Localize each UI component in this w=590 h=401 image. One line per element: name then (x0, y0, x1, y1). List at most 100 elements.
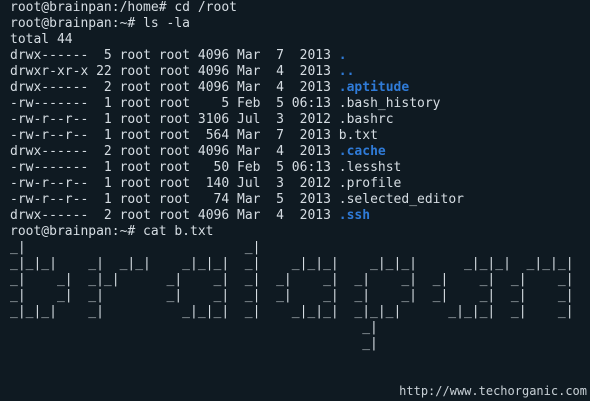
listing-row: drwx------ 2 root root 4096 Mar 4 2013 .… (10, 144, 590, 160)
command-line-cd: root@brainpan:/home# cd /root (10, 0, 237, 15)
listing-row: -rw------- 1 root root 50 Feb 5 06:13 .l… (10, 160, 590, 176)
listing-name: b.txt (338, 128, 378, 143)
listing-date: Feb 5 06:13 (237, 160, 331, 175)
listing-owner: root (119, 208, 151, 223)
listing-owner: root (119, 128, 151, 143)
listing-date: Feb 5 06:13 (237, 96, 331, 111)
listing-owner: root (119, 192, 151, 207)
command-line-cat: root@brainpan:~# cat b.txt (10, 224, 214, 239)
listing-group: root (158, 176, 191, 191)
listing-permissions: drwxr-xr-x (10, 64, 89, 79)
listing-name: . (338, 48, 347, 63)
listing-size: 50 (197, 160, 230, 175)
terminal-window[interactable]: root@brainpan:/home# cd /root root@brain… (0, 0, 590, 401)
listing-size: 4096 (197, 64, 230, 79)
listing-date: Mar 4 2013 (237, 144, 331, 159)
listing-links: 22 (96, 64, 112, 79)
listing-group: root (158, 160, 191, 175)
listing-group: root (158, 208, 191, 223)
listing-owner: root (119, 112, 151, 127)
listing-row: -rw------- 1 root root 5 Feb 5 06:13 .ba… (10, 96, 590, 112)
listing-name: .bashrc (338, 112, 394, 127)
listing-permissions: -rw------- (10, 96, 89, 111)
listing-links: 1 (96, 192, 112, 207)
listing-permissions: -rw-r--r-- (10, 192, 89, 207)
listing-group: root (158, 112, 191, 127)
listing-name: .cache (338, 144, 386, 159)
listing-links: 1 (96, 128, 112, 143)
listing-date: Mar 4 2013 (237, 64, 331, 79)
listing-owner: root (119, 144, 151, 159)
listing-group: root (158, 144, 191, 159)
listing-permissions: -rw-r--r-- (10, 176, 89, 191)
listing-size: 5 (197, 96, 230, 111)
listing-name: .profile (338, 176, 402, 191)
listing-name: .aptitude (338, 80, 410, 95)
listing-links: 1 (96, 96, 112, 111)
listing-name: .bash_history (338, 96, 441, 111)
ascii-art-banner: _| _| _|_|_| _| _|_| _|_|_| _| _|_|_| _|_… (10, 240, 574, 352)
listing-row: -rw-r--r-- 1 root root 74 Mar 5 2013 .se… (10, 192, 590, 208)
listing-row: -rw-r--r-- 1 root root 140 Jul 3 2012 .p… (10, 176, 590, 192)
listing-owner: root (119, 64, 151, 79)
listing-permissions: drwx------ (10, 80, 89, 95)
ascii-art-line: _| _| _| _| _| _| _| _| _| _| _| _| _| _… (10, 288, 574, 303)
listing-row: drwx------ 2 root root 4096 Mar 4 2013 .… (10, 208, 590, 224)
ascii-art-line: _| (10, 320, 378, 335)
ascii-art-line: _| (10, 336, 378, 351)
listing-permissions: drwx------ (10, 208, 89, 223)
listing-size: 564 (197, 128, 230, 143)
directory-listing: drwx------ 5 root root 4096 Mar 7 2013 .… (10, 48, 590, 224)
listing-name: .. (338, 64, 355, 79)
listing-size: 3106 (197, 112, 230, 127)
listing-group: root (158, 96, 191, 111)
listing-permissions: -rw-r--r-- (10, 128, 89, 143)
listing-group: root (158, 48, 191, 63)
listing-group: root (158, 64, 191, 79)
listing-permissions: -rw------- (10, 160, 89, 175)
listing-owner: root (119, 96, 151, 111)
ascii-art-line: _|_|_| _| _|_| _|_|_| _| _|_|_| _|_|_| _… (10, 256, 574, 271)
listing-row: drwxr-xr-x 22 root root 4096 Mar 4 2013 … (10, 64, 590, 80)
listing-links: 1 (96, 160, 112, 175)
listing-owner: root (119, 176, 151, 191)
listing-date: Jul 3 2012 (237, 112, 331, 127)
listing-size: 140 (197, 176, 230, 191)
listing-date: Mar 4 2013 (237, 80, 331, 95)
listing-date: Mar 5 2013 (237, 192, 331, 207)
listing-date: Mar 7 2013 (237, 48, 331, 63)
listing-owner: root (119, 160, 151, 175)
listing-row: drwx------ 5 root root 4096 Mar 7 2013 . (10, 48, 590, 64)
listing-group: root (158, 128, 191, 143)
listing-links: 1 (96, 176, 112, 191)
listing-group: root (158, 192, 191, 207)
listing-permissions: drwx------ (10, 144, 89, 159)
ascii-art-line: _|_|_| _| _|_|_| _| _|_|_| _|_|_| _|_|_|… (10, 304, 574, 319)
listing-links: 5 (96, 48, 112, 63)
listing-size: 4096 (197, 208, 230, 223)
listing-permissions: -rw-r--r-- (10, 112, 89, 127)
listing-row: drwx------ 2 root root 4096 Mar 4 2013 .… (10, 80, 590, 96)
listing-links: 2 (96, 144, 112, 159)
ascii-art-line: _| _| (10, 240, 261, 255)
listing-owner: root (119, 80, 151, 95)
listing-date: Jul 3 2012 (237, 176, 331, 191)
listing-links: 2 (96, 80, 112, 95)
listing-links: 1 (96, 112, 112, 127)
listing-size: 4096 (197, 48, 230, 63)
command-line-ls: root@brainpan:~# ls -la (10, 16, 191, 31)
listing-row: -rw-r--r-- 1 root root 564 Mar 7 2013 b.… (10, 128, 590, 144)
listing-name: .lesshst (338, 160, 402, 175)
listing-permissions: drwx------ (10, 48, 89, 63)
listing-links: 2 (96, 208, 112, 223)
listing-date: Mar 4 2013 (237, 208, 331, 223)
total-line: total 44 (10, 32, 73, 47)
listing-owner: root (119, 48, 151, 63)
listing-name: .selected_editor (338, 192, 464, 207)
ascii-art-line: _| _| _|_| _| _| _| _| _| _| _| _| _| _|… (10, 272, 574, 287)
listing-size: 4096 (197, 80, 230, 95)
watermark-url: http://www.techorganic.com (399, 384, 587, 398)
listing-size: 4096 (197, 144, 230, 159)
listing-name: .ssh (338, 208, 371, 223)
listing-row: -rw-r--r-- 1 root root 3106 Jul 3 2012 .… (10, 112, 590, 128)
